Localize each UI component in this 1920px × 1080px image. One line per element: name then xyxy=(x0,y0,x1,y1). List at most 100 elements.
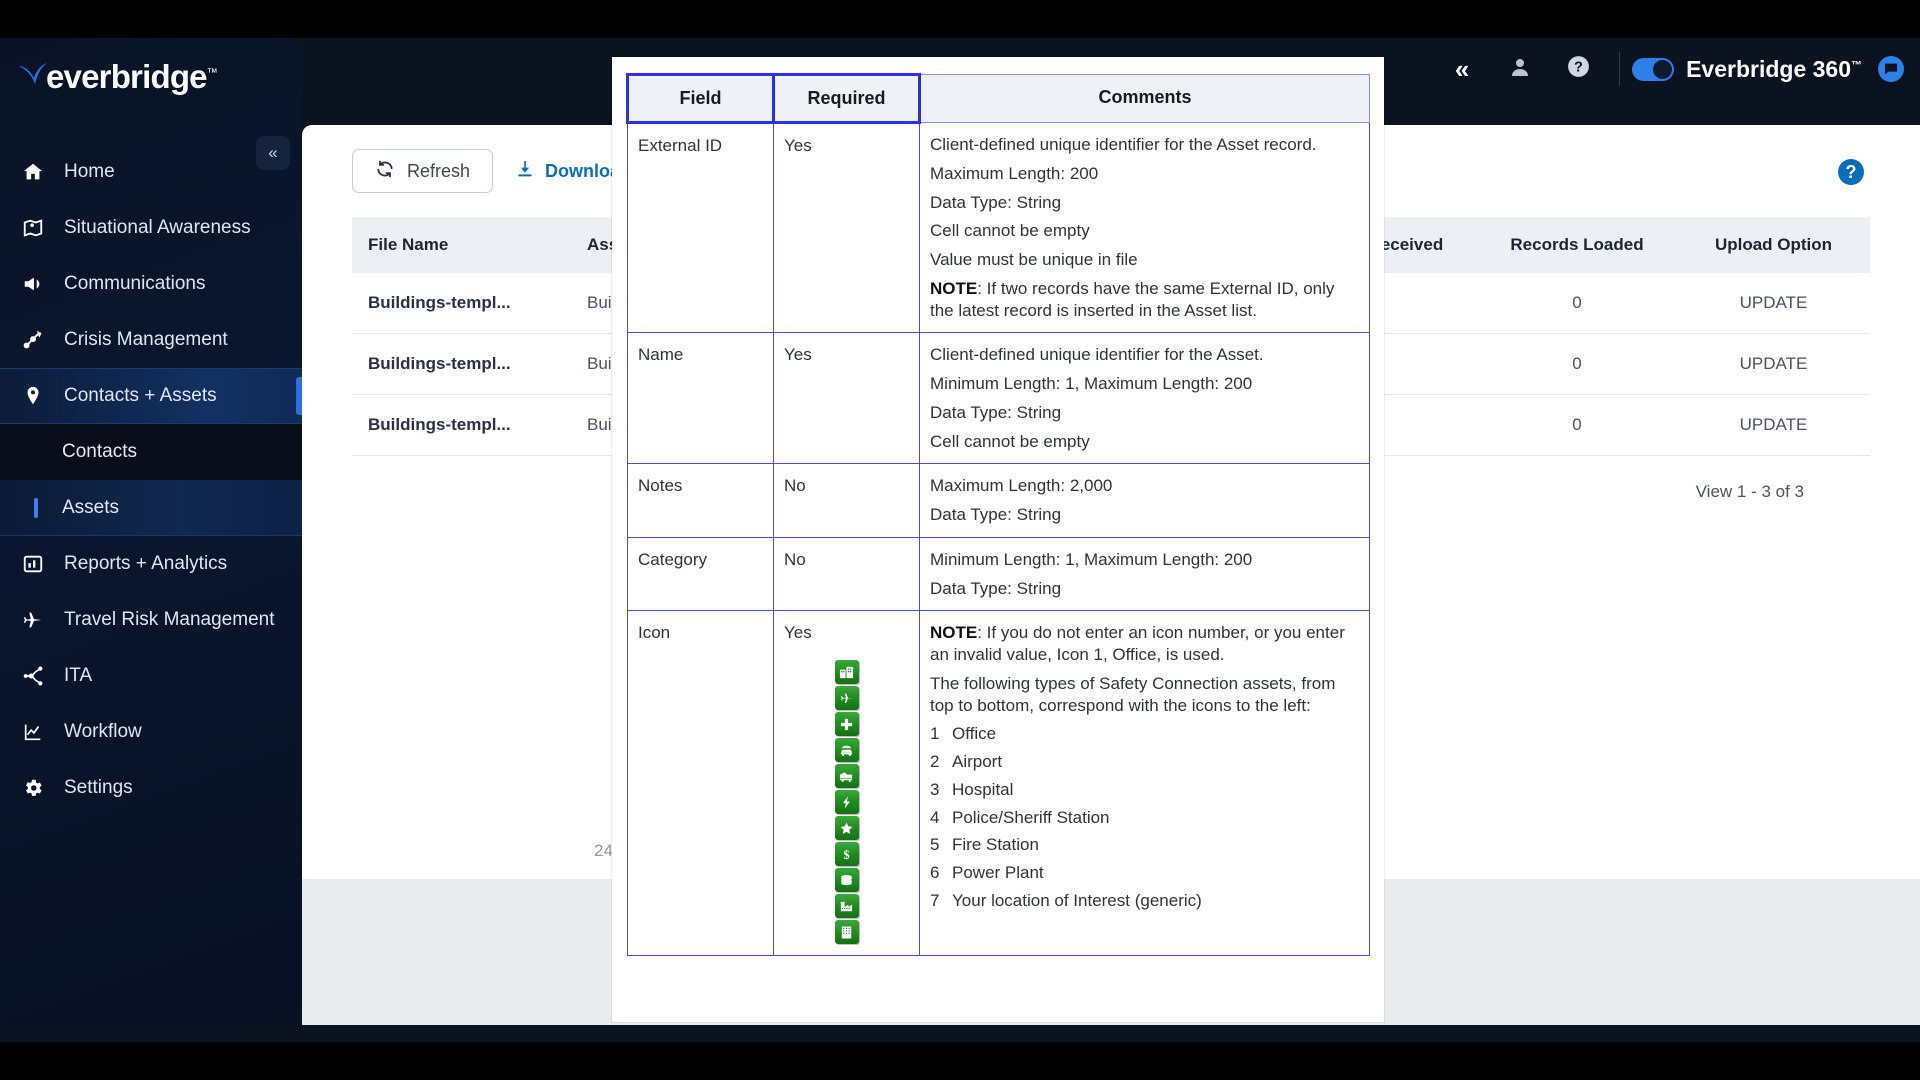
sidebar-item-label: Workflow xyxy=(64,721,142,742)
doc-required-value: Yes xyxy=(784,623,812,643)
doc-cell-field: Category xyxy=(627,536,774,612)
brand-logo[interactable]: everbridge™ xyxy=(0,38,302,112)
sidebar-item-crisis-management[interactable]: Crisis Management xyxy=(0,312,302,368)
list-label: Fire Station xyxy=(952,835,1039,855)
cell-file-name: Buildings-templ... xyxy=(368,415,511,434)
comment-line: Value must be unique in file xyxy=(930,250,1138,269)
sidebar-item-reports-analytics[interactable]: Reports + Analytics xyxy=(0,536,302,592)
user-icon xyxy=(1508,55,1532,84)
list-label: Power Plant xyxy=(952,863,1044,882)
sidebar: everbridge™ « Home Situational Awareness xyxy=(0,38,302,1025)
column-header-upload-option[interactable]: Upload Option xyxy=(1677,235,1870,255)
sidebar-item-assets[interactable]: Assets xyxy=(0,480,302,536)
sidebar-item-travel-risk-management[interactable]: Travel Risk Management xyxy=(0,592,302,648)
doc-column-header-field: Field xyxy=(626,73,775,124)
list-number: 6 xyxy=(930,863,940,882)
cell-file-name: Buildings-templ... xyxy=(368,293,511,312)
doc-table-row-icon: Icon Yes $ NOTE: If you do not enter an … xyxy=(627,610,1370,956)
sidebar-item-label: Communications xyxy=(64,273,206,294)
sidebar-item-contacts-assets[interactable]: Contacts + Assets xyxy=(0,368,302,424)
sidebar-item-home[interactable]: Home xyxy=(0,144,302,200)
sidebar-subitem-label: Contacts xyxy=(62,441,137,462)
cell-records-loaded: 0 xyxy=(1572,415,1582,434)
doc-cell-field: Name xyxy=(627,332,774,465)
everbridge-360-switcher[interactable]: Everbridge 360™ xyxy=(1632,56,1868,83)
comment-line: Minimum Length: 1, Maximum Length: 200 xyxy=(930,374,1253,393)
field-reference-table: Field Required Comments External ID Yes … xyxy=(626,73,1370,956)
doc-table-row-external-id: External ID Yes Client-defined unique id… xyxy=(627,121,1370,334)
column-header-records-loaded[interactable]: Records Loaded xyxy=(1477,235,1677,255)
list-item: 4 Police/Sheriff Station xyxy=(930,807,1359,829)
sidebar-item-settings[interactable]: Settings xyxy=(0,760,302,816)
list-item: 6 Power Plant xyxy=(930,862,1359,884)
doc-table-header-row: Field Required Comments xyxy=(626,73,1370,124)
comment-line: Data Type: String xyxy=(930,578,1062,598)
clipped-text-top xyxy=(612,57,1384,65)
header-help-button[interactable]: ? xyxy=(1549,38,1607,100)
airplane-icon xyxy=(22,609,56,631)
fire-truck-icon xyxy=(834,764,859,788)
list-item: 7 Your location of Interest (generic) xyxy=(930,890,1359,912)
doc-cell-comments: NOTE: If you do not enter an icon number… xyxy=(919,610,1370,956)
header-collapse-button[interactable]: « xyxy=(1433,38,1491,100)
doc-cell-field: External ID xyxy=(627,121,774,334)
hospital-cross-icon xyxy=(834,712,859,736)
workflow-nodes-icon xyxy=(22,329,56,351)
header-actions: « ? Everbridge 360™ xyxy=(1433,38,1920,100)
note-prefix: NOTE xyxy=(930,278,978,298)
page-help-button[interactable]: ? xyxy=(1838,159,1864,185)
everbridge-360-label: Everbridge 360™ xyxy=(1686,55,1862,82)
header-divider xyxy=(1619,52,1621,86)
lightning-bolt-icon xyxy=(834,790,859,814)
note-body: : If two records have the same External … xyxy=(930,278,1335,320)
sidebar-item-label: Reports + Analytics xyxy=(64,553,228,574)
office-building-icon xyxy=(834,660,859,684)
sidebar-item-ita[interactable]: ITA xyxy=(0,648,302,704)
list-label: Your location of Interest (generic) xyxy=(952,890,1202,910)
sidebar-item-label: Home xyxy=(64,161,115,182)
list-label: Airport xyxy=(952,752,1003,771)
chevron-double-left-icon: « xyxy=(1454,53,1470,84)
comment-line: Data Type: String xyxy=(930,192,1062,212)
comment-line: Cell cannot be empty xyxy=(930,221,1090,241)
sidebar-item-situational-awareness[interactable]: Situational Awareness xyxy=(0,200,302,256)
doc-cell-required: Yes xyxy=(773,610,920,956)
network-nodes-icon xyxy=(22,665,56,687)
top-black-bar xyxy=(0,0,1920,38)
doc-cell-required: Yes xyxy=(773,332,920,465)
comment-intro: The following types of Safety Connection… xyxy=(930,673,1336,715)
sidebar-item-contacts[interactable]: Contacts xyxy=(0,424,302,480)
comment-line: Client-defined unique identifier for the… xyxy=(930,135,1317,154)
doc-cell-comments: Client-defined unique identifier for the… xyxy=(919,121,1370,334)
trademark-symbol: ™ xyxy=(1851,58,1862,71)
doc-column-header-required: Required xyxy=(773,73,921,124)
column-header-file-name[interactable]: File Name xyxy=(352,235,587,255)
doc-column-header-comments: Comments xyxy=(919,74,1370,123)
question-mark-glyph: ? xyxy=(1845,161,1857,182)
list-item: 2 Airport xyxy=(930,751,1359,773)
cell-file-name: Buildings-templ... xyxy=(368,354,511,373)
doc-cell-field: Notes xyxy=(627,463,774,538)
doc-cell-comments: Maximum Length: 2,000 Data Type: String xyxy=(919,463,1370,538)
sidebar-item-label: ITA xyxy=(64,665,93,686)
list-number: 5 xyxy=(930,835,940,855)
comment-line: Minimum Length: 1, Maximum Length: 200 xyxy=(930,549,1253,569)
sidebar-item-label: Travel Risk Management xyxy=(64,609,275,630)
sidebar-item-communications[interactable]: Communications xyxy=(0,256,302,312)
list-number: 1 xyxy=(930,724,940,744)
list-label: Hospital xyxy=(952,779,1014,799)
everbridge-360-toggle[interactable] xyxy=(1632,57,1675,81)
refresh-button[interactable]: Refresh xyxy=(352,149,494,193)
cell-upload-option: UPDATE xyxy=(1739,293,1808,312)
toggle-knob xyxy=(1653,59,1673,79)
doc-table-row-category: Category No Minimum Length: 1, Maximum L… xyxy=(627,536,1370,612)
user-account-button[interactable] xyxy=(1491,38,1549,100)
asset-type-numbered-list: 1 Office 2 Airport 3 Hospital 4 Police/Sheri… xyxy=(930,723,1359,911)
list-item: 3 Hospital xyxy=(930,779,1359,801)
feedback-chat-icon[interactable] xyxy=(1878,56,1904,82)
airplane-icon xyxy=(834,686,859,710)
doc-table-row-notes: Notes No Maximum Length: 2,000 Data Type… xyxy=(627,463,1370,538)
gear-icon xyxy=(22,777,56,799)
police-car-icon xyxy=(834,738,859,762)
sidebar-item-workflow[interactable]: Workflow xyxy=(0,704,302,760)
